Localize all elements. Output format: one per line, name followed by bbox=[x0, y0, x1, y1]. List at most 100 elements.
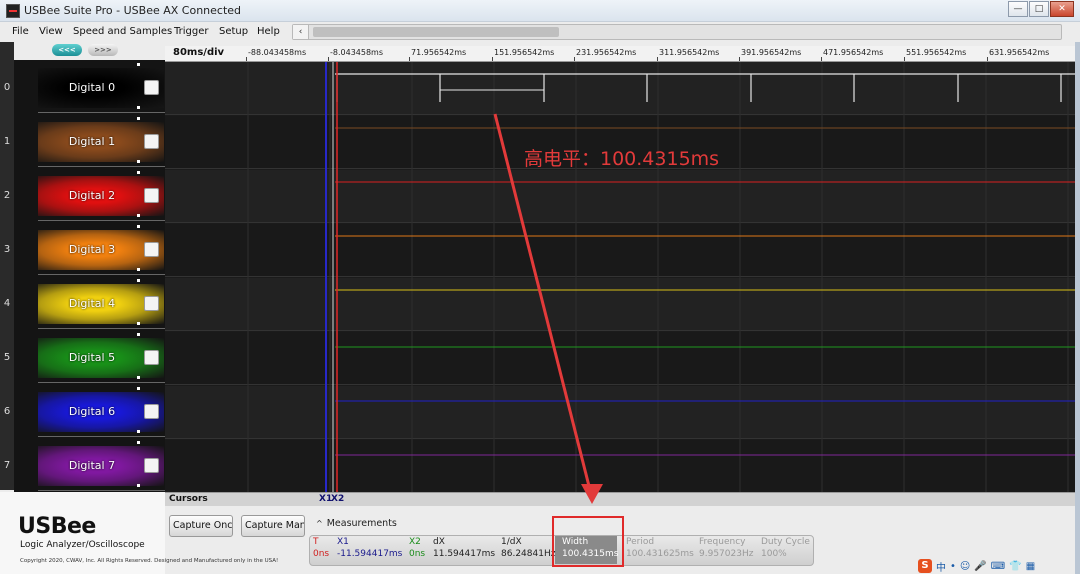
measurement-duty-cycle: Duty Cycle 100% bbox=[761, 537, 810, 559]
window-controls: — □ ✕ bbox=[1008, 1, 1074, 17]
system-tray: S 中 • ☺ 🎤 ⌨ 👕 ▦ bbox=[918, 558, 1076, 574]
menu-speed-and-samples[interactable]: Speed and Samples bbox=[73, 26, 172, 37]
lane-divider bbox=[38, 490, 165, 491]
tray-icon[interactable]: ⌨ bbox=[991, 561, 1005, 572]
channel-label[interactable]: Digital 1 bbox=[38, 135, 146, 148]
tray-icon[interactable]: • bbox=[950, 561, 956, 572]
maximize-icon[interactable]: □ bbox=[1029, 1, 1049, 17]
channel-enable-checkbox[interactable] bbox=[144, 80, 159, 95]
channel-index: 3 bbox=[3, 244, 11, 255]
lane-divider bbox=[38, 166, 165, 167]
capture-once-button[interactable]: Capture Once bbox=[169, 515, 233, 537]
channel-label[interactable]: Digital 2 bbox=[38, 189, 146, 202]
width-highlight-box bbox=[552, 516, 624, 567]
menu-file[interactable]: File bbox=[12, 26, 29, 37]
channel-enable-checkbox[interactable] bbox=[144, 134, 159, 149]
channel-enable-checkbox[interactable] bbox=[144, 296, 159, 311]
channel-lane: 6 Digital 6 bbox=[4, 384, 165, 438]
time-tick-mark bbox=[574, 57, 575, 61]
channel-lane: 1 Digital 1 bbox=[4, 114, 165, 168]
minimize-icon[interactable]: — bbox=[1008, 1, 1028, 17]
channel-label[interactable]: Digital 0 bbox=[38, 81, 146, 94]
capture-many-button[interactable]: Capture Many bbox=[241, 515, 305, 537]
dot-icon bbox=[137, 387, 140, 390]
dot-icon bbox=[137, 268, 140, 271]
menu-help[interactable]: Help bbox=[257, 26, 280, 37]
channel-index: 7 bbox=[3, 460, 11, 471]
cursor-x2-marker[interactable]: X2 bbox=[331, 494, 344, 504]
time-tick-mark bbox=[492, 57, 493, 61]
window-title: USBee Suite Pro - USBee AX Connected bbox=[24, 4, 242, 17]
menu-setup[interactable]: Setup bbox=[219, 26, 248, 37]
arrow-head-shape bbox=[581, 484, 603, 504]
channel-label[interactable]: Digital 7 bbox=[38, 459, 146, 472]
tray-icon[interactable]: 中 bbox=[936, 559, 946, 574]
time-axis: 80ms/div -88.043458ms -8.043458ms 71.95654… bbox=[165, 46, 1075, 62]
channel-enable-checkbox[interactable] bbox=[144, 188, 159, 203]
tray-icon[interactable]: ▦ bbox=[1026, 561, 1035, 572]
measurement-label: T bbox=[313, 537, 319, 547]
dot-icon bbox=[137, 63, 140, 66]
channel-label[interactable]: Digital 3 bbox=[38, 243, 146, 256]
scroll-thumb[interactable] bbox=[313, 27, 559, 37]
time-tick-mark bbox=[739, 57, 740, 61]
time-tick-label: -88.043458ms bbox=[248, 48, 307, 57]
channel-enable-checkbox[interactable] bbox=[144, 242, 159, 257]
close-icon[interactable]: ✕ bbox=[1050, 1, 1074, 17]
time-tick-mark bbox=[821, 57, 822, 61]
measurement-t: T 0ns bbox=[313, 537, 329, 559]
measurement-label: X1 bbox=[337, 537, 349, 547]
channel-label[interactable]: Digital 5 bbox=[38, 351, 146, 364]
cursor-bar: Cursors X1 X2 bbox=[165, 492, 1075, 506]
dot-icon bbox=[137, 333, 140, 336]
tray-icon[interactable]: ☺ bbox=[960, 561, 970, 572]
channel-enable-checkbox[interactable] bbox=[144, 404, 159, 419]
time-tick-mark bbox=[987, 57, 988, 61]
channel-lane: 4 Digital 4 bbox=[4, 276, 165, 330]
lane-divider bbox=[38, 220, 165, 221]
measurement-value: 86.24841Hz bbox=[501, 549, 556, 559]
lane-divider bbox=[38, 436, 165, 437]
horizontal-scrollbar[interactable]: ‹ bbox=[292, 24, 1062, 40]
measurements-title: Measurements bbox=[326, 518, 397, 529]
brand-logo: USBee bbox=[18, 514, 96, 539]
tray-icon[interactable]: 👕 bbox=[1009, 561, 1021, 572]
input-method-logo-icon[interactable]: S bbox=[918, 559, 932, 573]
channel-index: 1 bbox=[3, 136, 11, 147]
channel-lane: 5 Digital 5 bbox=[4, 330, 165, 384]
slower-button[interactable]: <<< bbox=[52, 44, 82, 56]
dot-icon bbox=[137, 441, 140, 444]
scroll-left-icon[interactable]: ‹ bbox=[293, 25, 309, 39]
time-tick-label: 151.956542ms bbox=[494, 48, 555, 57]
high-level-annotation: 高电平：100.4315ms bbox=[524, 148, 720, 170]
app-icon bbox=[6, 4, 20, 18]
lane-divider bbox=[38, 112, 165, 113]
collapse-caret-icon[interactable]: ^ bbox=[316, 519, 323, 528]
measurement-label: 1/dX bbox=[501, 537, 522, 547]
channel-enable-checkbox[interactable] bbox=[144, 350, 159, 365]
tray-icon[interactable]: 🎤 bbox=[974, 561, 986, 572]
time-tick-label: 391.956542ms bbox=[741, 48, 802, 57]
faster-button[interactable]: >>> bbox=[88, 44, 118, 56]
dot-icon bbox=[137, 171, 140, 174]
channel-lane: 0 Digital 0 bbox=[4, 60, 165, 114]
channel-enable-checkbox[interactable] bbox=[144, 458, 159, 473]
measurements-header[interactable]: ^ Measurements bbox=[316, 518, 397, 529]
dot-icon bbox=[137, 117, 140, 120]
menu-view[interactable]: View bbox=[39, 26, 63, 37]
brand-subtitle: Logic Analyzer/Oscilloscope bbox=[20, 540, 145, 550]
measurement-x2: X2 0ns bbox=[409, 537, 425, 559]
arrow-head-icon bbox=[581, 484, 603, 504]
waveform-area[interactable] bbox=[165, 62, 1075, 492]
channel-label[interactable]: Digital 6 bbox=[38, 405, 146, 418]
measurement-value: 0ns bbox=[313, 549, 330, 559]
dot-icon bbox=[137, 430, 140, 433]
speed-controls: <<< >>> bbox=[52, 44, 118, 56]
menu-trigger[interactable]: Trigger bbox=[174, 26, 209, 37]
cursors-label: Cursors bbox=[169, 494, 208, 504]
waveform-traces bbox=[247, 62, 1075, 492]
time-tick-label: 231.956542ms bbox=[576, 48, 637, 57]
app-window: USBee Suite Pro - USBee AX Connected — □… bbox=[0, 0, 1080, 574]
channel-label[interactable]: Digital 4 bbox=[38, 297, 146, 310]
lane-divider bbox=[38, 382, 165, 383]
